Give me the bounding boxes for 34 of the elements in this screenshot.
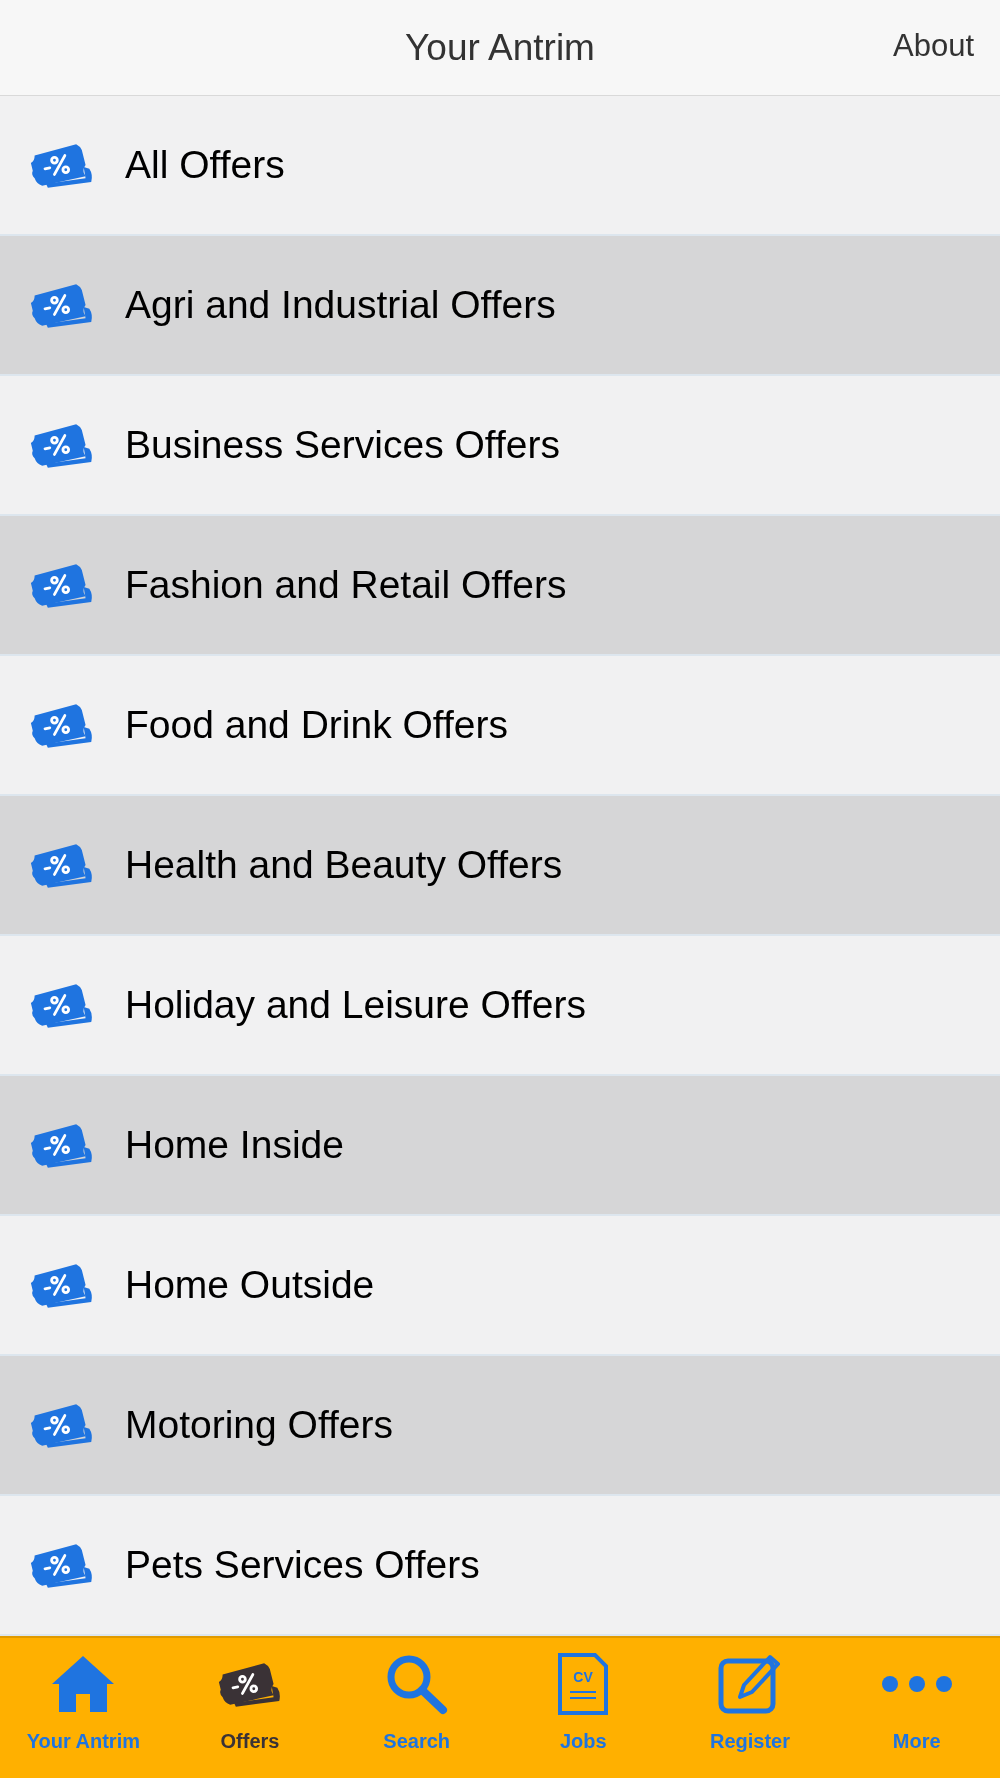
ticket-icon xyxy=(217,1660,283,1708)
about-link[interactable]: About xyxy=(893,28,974,64)
category-label: Food and Drink Offers xyxy=(125,703,508,747)
category-label: Pets Services Offers xyxy=(125,1543,480,1587)
category-label: Holiday and Leisure Offers xyxy=(125,983,587,1027)
ticket-icon xyxy=(29,282,95,328)
edit-icon xyxy=(718,1653,782,1715)
ticket-icon xyxy=(29,1402,95,1448)
ticket-icon xyxy=(29,1262,95,1308)
category-label: Agri and Industrial Offers xyxy=(125,283,556,327)
category-label: All Offers xyxy=(125,143,285,187)
page-title: Your Antrim xyxy=(405,26,595,69)
ticket-icon xyxy=(29,1542,95,1588)
ticket-icon xyxy=(29,982,95,1028)
ticket-icon xyxy=(29,842,95,888)
category-row[interactable]: Fashion and Retail Offers xyxy=(0,516,1000,656)
category-label: Business Services Offers xyxy=(125,423,560,467)
tab[interactable]: Offers xyxy=(166,1638,334,1778)
ticket-icon xyxy=(29,702,95,748)
category-row[interactable]: Agri and Industrial Offers xyxy=(0,236,1000,376)
ticket-icon xyxy=(29,1122,95,1168)
ticket-icon xyxy=(29,562,95,608)
more-icon xyxy=(880,1674,953,1694)
category-label: Health and Beauty Offers xyxy=(125,843,563,887)
ticket-icon xyxy=(29,142,95,188)
category-row[interactable]: Home Inside xyxy=(0,1076,1000,1216)
category-row[interactable]: Motoring Offers xyxy=(0,1356,1000,1496)
category-label: Fashion and Retail Offers xyxy=(125,563,567,607)
category-label: Home Outside xyxy=(125,1263,375,1307)
category-label: Motoring Offers xyxy=(125,1403,394,1447)
category-label: Home Inside xyxy=(125,1123,344,1167)
cv-label: CV xyxy=(573,1669,594,1685)
category-row[interactable]: Health and Beauty Offers xyxy=(0,796,1000,936)
ticket-icon xyxy=(29,422,95,468)
